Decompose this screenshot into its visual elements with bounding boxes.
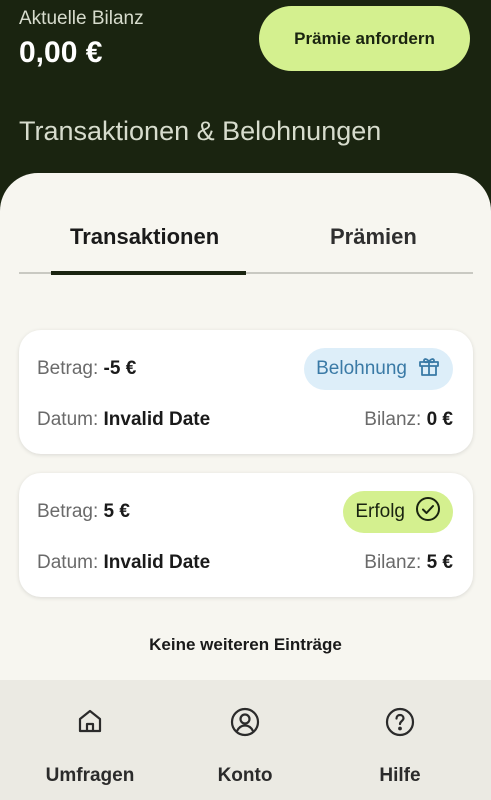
nav-item-surveys[interactable]: Umfragen bbox=[10, 680, 170, 800]
account-icon bbox=[165, 706, 325, 740]
transaction-card: Betrag: 5 € Erfolg Datum: Invalid Date B… bbox=[19, 473, 473, 597]
amount-value: -5 € bbox=[103, 358, 137, 379]
date-row: Datum: Invalid Date bbox=[37, 552, 210, 574]
balance-label: Bilanz: bbox=[364, 409, 422, 430]
badge-label: Erfolg bbox=[355, 501, 405, 522]
header: Aktuelle Bilanz 0,00 € Prämie anfordern … bbox=[0, 0, 491, 200]
tab-rewards[interactable]: Prämien bbox=[330, 224, 417, 250]
balance-value: 0 € bbox=[426, 409, 453, 430]
nav-label: Umfragen bbox=[45, 765, 135, 786]
help-icon bbox=[320, 706, 480, 740]
date-label: Datum: bbox=[37, 552, 99, 573]
page-title: Transaktionen & Belohnungen bbox=[19, 116, 382, 146]
tab-transactions[interactable]: Transaktionen bbox=[70, 224, 219, 250]
gift-icon bbox=[417, 354, 441, 384]
home-icon bbox=[10, 706, 170, 740]
check-circle-icon bbox=[415, 496, 441, 528]
date-value: Invalid Date bbox=[103, 409, 211, 430]
amount-value: 5 € bbox=[103, 501, 130, 522]
balance-value: 5 € bbox=[426, 552, 453, 573]
nav-item-help[interactable]: Hilfe bbox=[320, 680, 480, 800]
end-of-list-text: Keine weiteren Einträge bbox=[149, 635, 342, 654]
transaction-card: Betrag: -5 € Belohnung Datum: Invalid Da… bbox=[19, 330, 473, 454]
balance-row: Bilanz: 0 € bbox=[364, 409, 453, 431]
nav-label: Konto bbox=[217, 765, 273, 786]
amount-row: Betrag: 5 € bbox=[37, 501, 130, 523]
bottom-nav: Umfragen Konto Hilfe bbox=[0, 680, 491, 800]
success-badge: Erfolg bbox=[343, 491, 453, 533]
active-tab-indicator bbox=[51, 271, 246, 275]
amount-row: Betrag: -5 € bbox=[37, 358, 136, 380]
badge-label: Belohnung bbox=[316, 358, 407, 379]
balance-label: Aktuelle Bilanz bbox=[19, 8, 144, 29]
balance-label: Bilanz: bbox=[364, 552, 422, 573]
reward-badge: Belohnung bbox=[304, 348, 453, 390]
nav-item-account[interactable]: Konto bbox=[165, 680, 325, 800]
date-value: Invalid Date bbox=[103, 552, 211, 573]
amount-label: Betrag: bbox=[37, 358, 99, 379]
nav-label: Hilfe bbox=[379, 765, 421, 786]
balance-row: Bilanz: 5 € bbox=[364, 552, 453, 574]
balance-value: 0,00 € bbox=[19, 36, 103, 69]
amount-label: Betrag: bbox=[37, 501, 99, 522]
request-reward-button[interactable]: Prämie anfordern bbox=[259, 6, 470, 71]
date-label: Datum: bbox=[37, 409, 99, 430]
date-row: Datum: Invalid Date bbox=[37, 409, 210, 431]
